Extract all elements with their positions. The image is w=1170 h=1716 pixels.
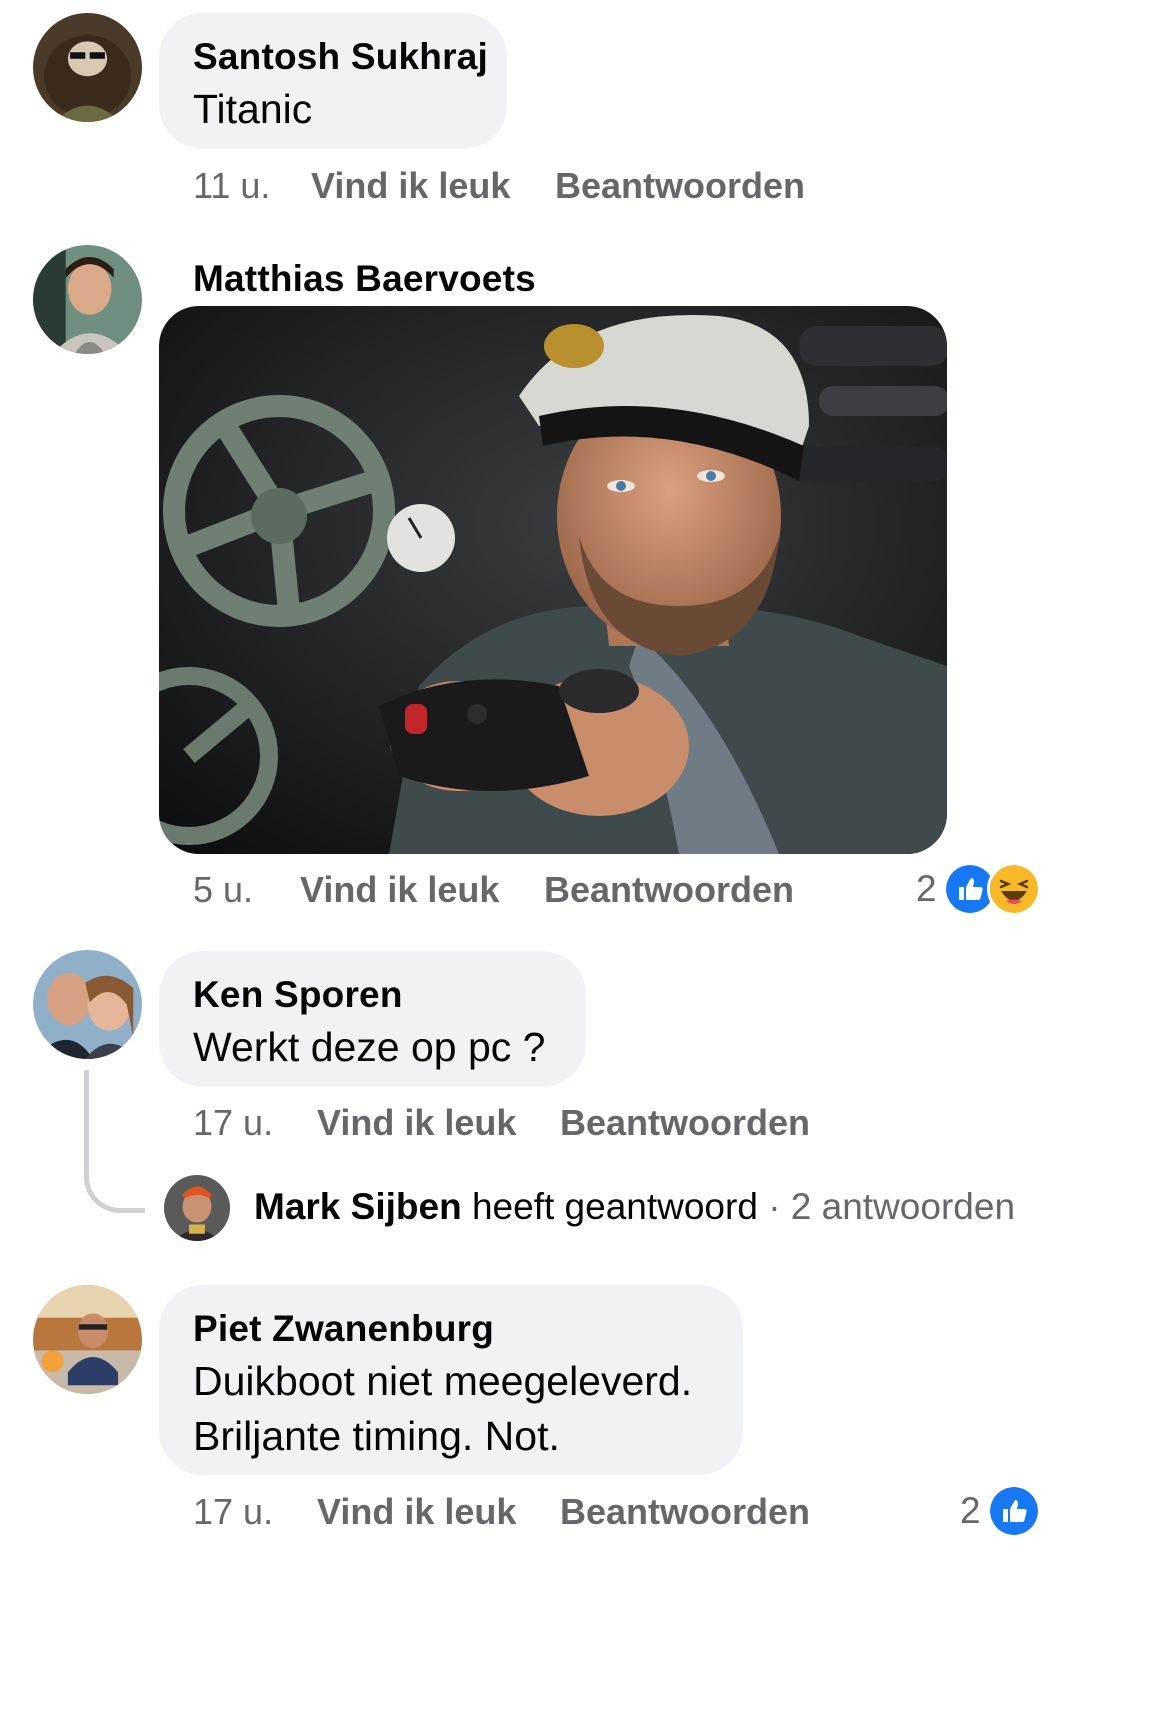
like-button[interactable]: Vind ik leuk — [317, 1491, 516, 1533]
reply-thread-line — [84, 1070, 145, 1213]
comment-author[interactable]: Santosh Sukhraj — [193, 36, 488, 78]
reply-author[interactable]: Mark Sijben — [254, 1186, 462, 1227]
comment-text-line2: Briljante timing. Not. — [193, 1413, 560, 1459]
like-button[interactable]: Vind ik leuk — [311, 165, 510, 207]
reply-action: heeft geantwoord — [471, 1186, 758, 1227]
reply-button[interactable]: Beantwoorden — [555, 165, 805, 207]
comment-time[interactable]: 11 u. — [193, 165, 270, 207]
reaction-count: 2 — [960, 1490, 981, 1531]
reaction-summary[interactable]: 2 — [916, 862, 1041, 916]
reply-separator: · — [768, 1186, 781, 1227]
reply-button[interactable]: Beantwoorden — [544, 869, 794, 911]
reply-count[interactable]: 2 antwoorden — [791, 1186, 1015, 1227]
haha-icon — [986, 862, 1041, 916]
reply-button[interactable]: Beantwoorden — [560, 1102, 810, 1144]
avatar[interactable] — [33, 1285, 142, 1394]
reaction-summary[interactable]: 2 — [960, 1484, 1041, 1538]
comment-time[interactable]: 17 u. — [193, 1491, 273, 1533]
comment-text: Werkt deze op pc ? — [193, 1024, 546, 1070]
avatar[interactable] — [33, 950, 142, 1059]
comment-text: Titanic — [193, 86, 313, 132]
avatar[interactable] — [33, 13, 142, 122]
comment-author[interactable]: Ken Sporen — [193, 974, 403, 1016]
reply-summary-text[interactable]: Mark Sijben heeft geantwoord · 2 antwoor… — [254, 1186, 1015, 1228]
submarine-photo[interactable] — [159, 306, 947, 854]
like-button[interactable]: Vind ik leuk — [300, 869, 499, 911]
comment-text-line1: Duikboot niet meegeleverd. — [193, 1358, 693, 1404]
like-icon — [986, 1484, 1041, 1538]
avatar[interactable] — [164, 1175, 230, 1241]
reaction-count: 2 — [916, 868, 937, 909]
reply-button[interactable]: Beantwoorden — [560, 1491, 810, 1533]
comment-author[interactable]: Piet Zwanenburg — [193, 1308, 494, 1350]
avatar[interactable] — [33, 245, 142, 354]
comment-time[interactable]: 17 u. — [193, 1102, 273, 1144]
comment-time[interactable]: 5 u. — [193, 869, 253, 911]
like-button[interactable]: Vind ik leuk — [317, 1102, 516, 1144]
comment-author[interactable]: Matthias Baervoets — [193, 258, 536, 300]
